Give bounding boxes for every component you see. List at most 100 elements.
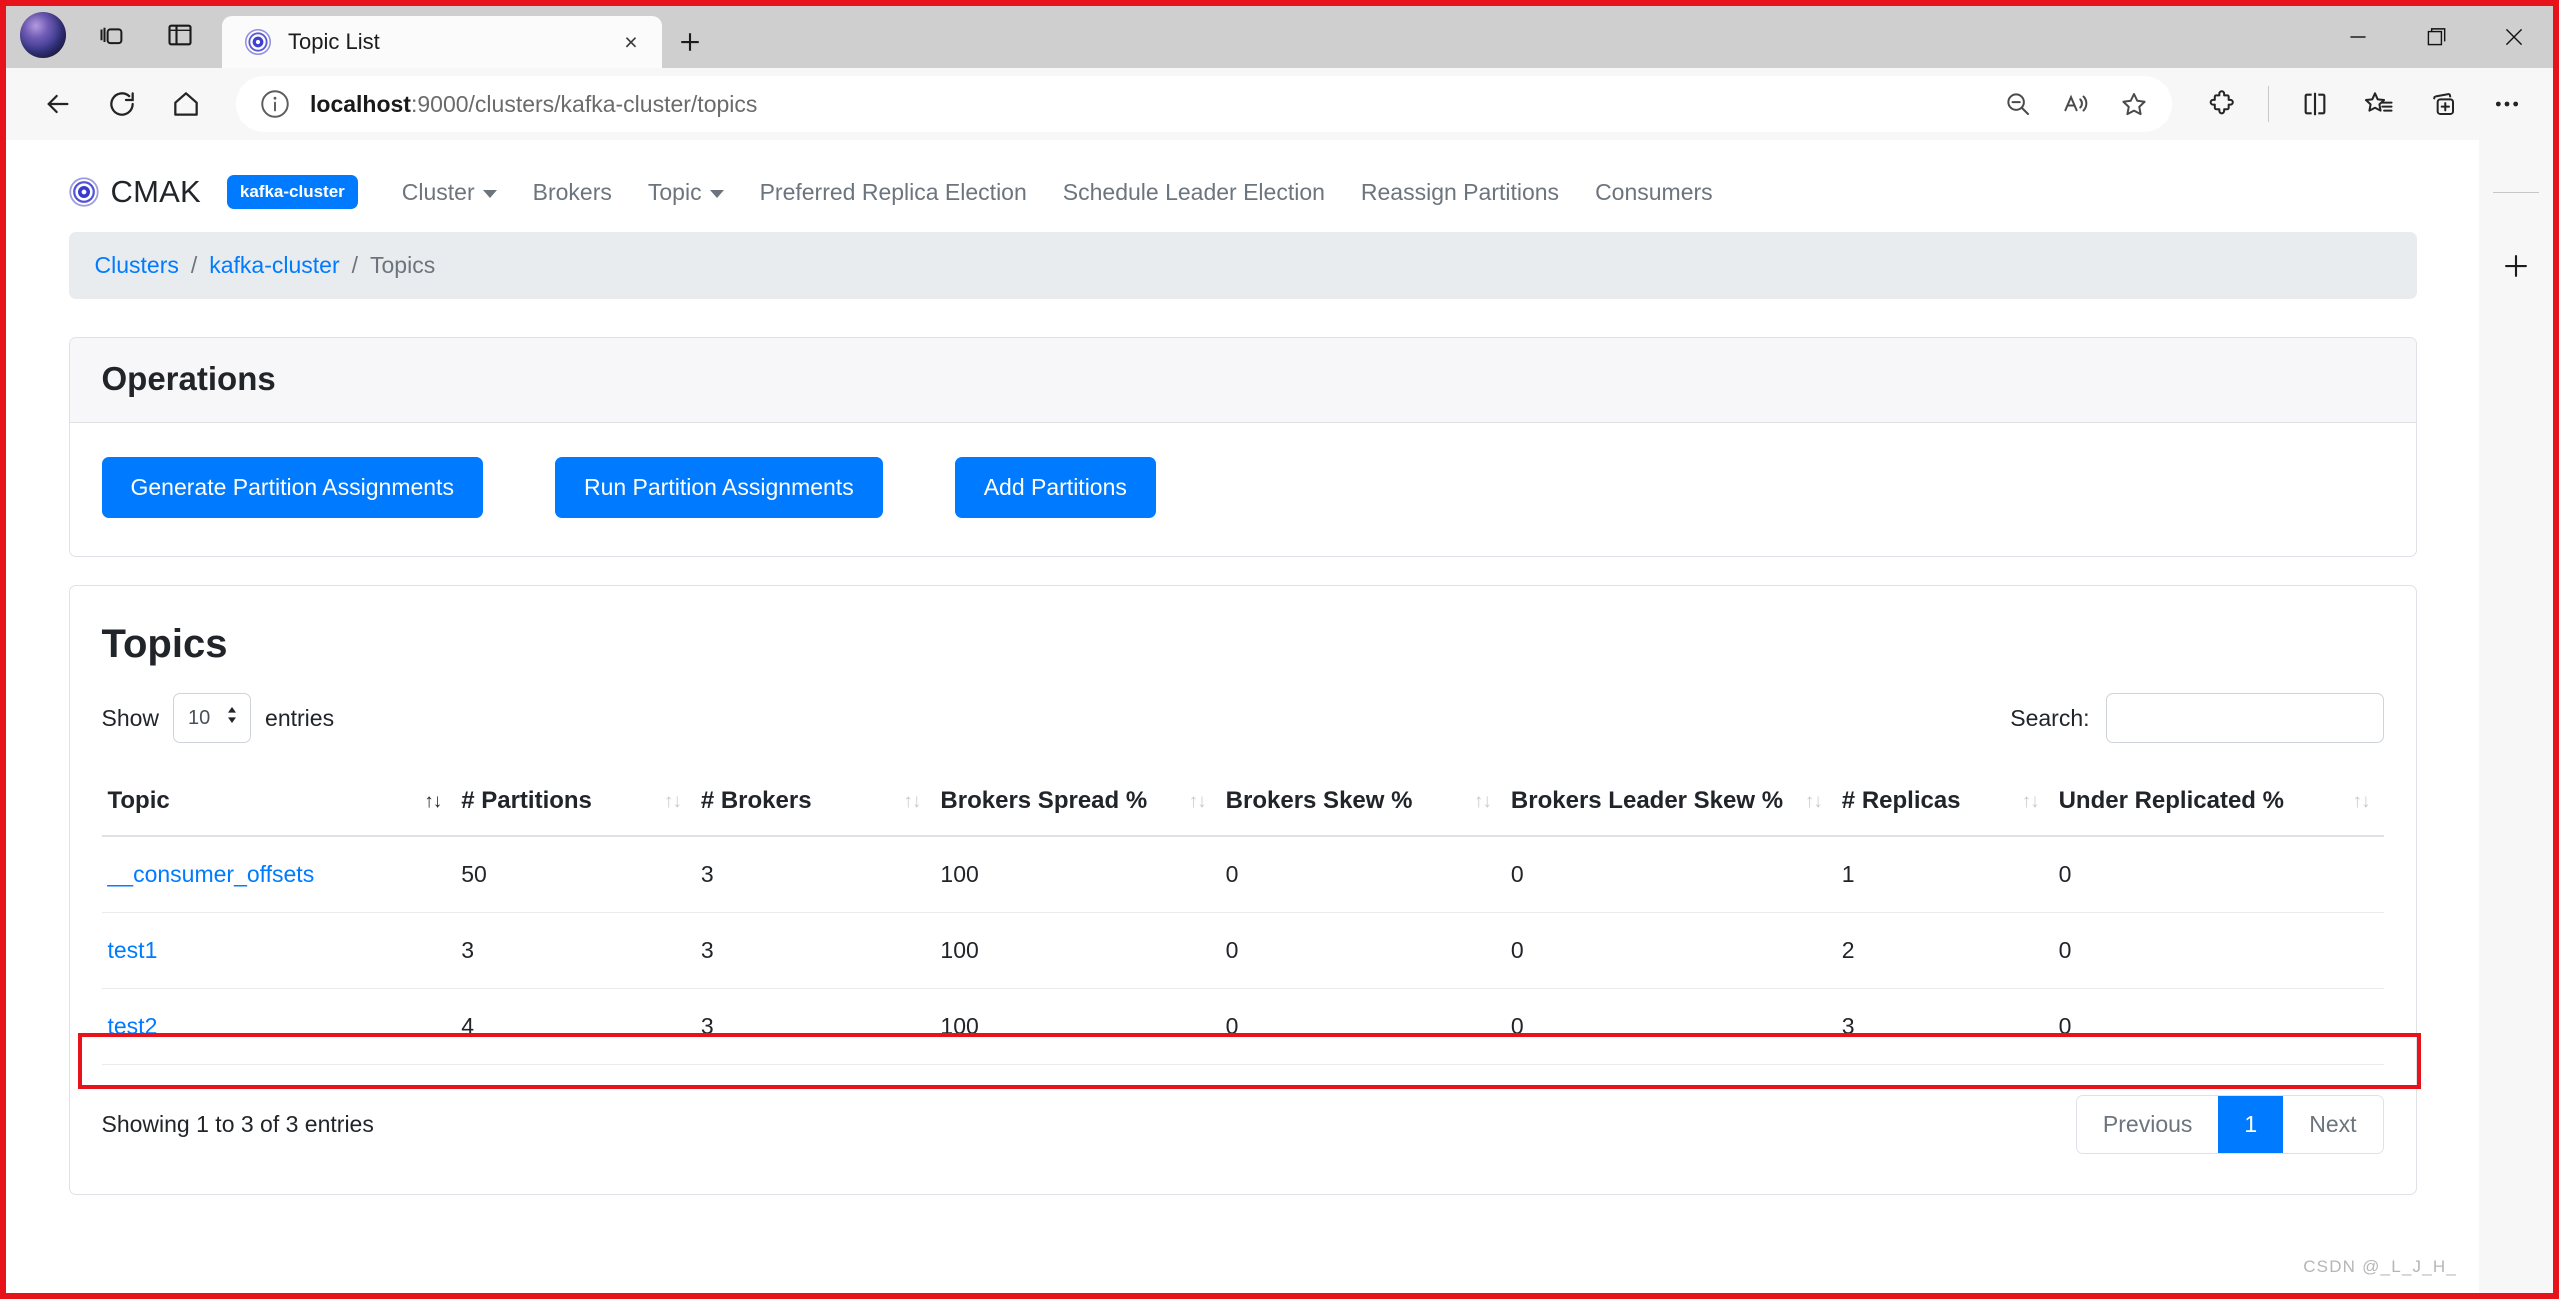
pagination-next[interactable]: Next [2283, 1096, 2383, 1153]
cmak-app: CMAK kafka-cluster Cluster Brokers Topic… [43, 140, 2443, 1195]
topic-link[interactable]: test2 [108, 1013, 158, 1039]
nav-item-schedule-leader-election[interactable]: Schedule Leader Election [1045, 179, 1343, 206]
nav-item-cluster-label: Cluster [401, 178, 475, 205]
minimize-button[interactable] [2319, 6, 2397, 68]
topics-table: Topic ↑↓ # Partitions ↑↓ # Brokers ↑↓ Br… [101, 769, 2384, 1065]
column-header-brokers-label: # Brokers [700, 787, 812, 814]
cell-replicas: 3 [1835, 988, 2053, 1065]
pagination-previous[interactable]: Previous [2076, 1096, 2219, 1153]
topic-link[interactable]: test1 [108, 937, 158, 963]
split-screen-icon[interactable] [2287, 76, 2343, 132]
split-pane-icon[interactable] [158, 13, 202, 57]
breadcrumb-item-topics: Topics [370, 252, 436, 278]
column-header-brokers[interactable]: # Brokers ↑↓ [694, 769, 935, 837]
cell-brokers-spread: 100 [934, 836, 1220, 913]
table-row[interactable]: test2 4 3 100 0 0 3 0 [101, 988, 2384, 1065]
nav-item-topic[interactable]: Topic [630, 179, 742, 206]
sort-arrows-icon: ↑↓ [1188, 791, 1207, 812]
nav-item-brokers[interactable]: Brokers [515, 179, 630, 206]
operations-button-row: Generate Partition Assignments Run Parti… [101, 457, 2384, 518]
zoom-out-icon[interactable] [1992, 78, 2044, 130]
breadcrumb: Clusters / kafka-cluster / Topics [68, 232, 2417, 299]
table-row[interactable]: test1 3 3 100 0 0 2 0 [101, 912, 2384, 989]
cell-brokers-skew: 0 [1219, 912, 1505, 989]
read-aloud-icon[interactable] [2050, 78, 2102, 130]
brand-label: CMAK [110, 174, 201, 209]
page-length-value: 10 [188, 706, 211, 729]
cmak-logo-icon [68, 177, 99, 207]
app-navbar: CMAK kafka-cluster Cluster Brokers Topic… [43, 158, 2443, 224]
browser-window: Topic List × localhost:9000/clusters/kaf… [6, 6, 2553, 1293]
cell-topic: test2 [101, 988, 456, 1065]
nav-item-reassign-partitions[interactable]: Reassign Partitions [1343, 179, 1577, 206]
generate-partition-assignments-button[interactable]: Generate Partition Assignments [101, 457, 483, 518]
refresh-button[interactable] [94, 76, 150, 132]
run-partition-assignments-button[interactable]: Run Partition Assignments [554, 457, 883, 518]
table-info: Showing 1 to 3 of 3 entries [101, 1111, 374, 1137]
add-partitions-button[interactable]: Add Partitions [954, 457, 1156, 518]
extensions-puzzle-icon[interactable] [2194, 76, 2250, 132]
sidebar-add-button[interactable] [2493, 243, 2539, 289]
new-tab-button[interactable] [662, 16, 718, 68]
column-header-brokers-skew[interactable]: Brokers Skew % ↑↓ [1219, 769, 1505, 837]
nav-item-brokers-label: Brokers [532, 178, 612, 205]
column-header-replicas[interactable]: # Replicas ↑↓ [1835, 769, 2053, 837]
column-header-partitions[interactable]: # Partitions ↑↓ [455, 769, 695, 837]
column-header-brokers-leader-skew-label: Brokers Leader Skew % [1510, 787, 1784, 814]
cell-partitions: 4 [455, 988, 695, 1065]
column-header-topic[interactable]: Topic ↑↓ [101, 769, 456, 837]
breadcrumb-item-kafka-cluster[interactable]: kafka-cluster [209, 252, 339, 279]
sort-arrows-icon: ↑↓ [1473, 791, 1492, 812]
sort-arrows-icon: ↑↓ [1804, 791, 1823, 812]
nav-item-preferred-replica-election-label: Preferred Replica Election [759, 178, 1027, 205]
browser-tab[interactable]: Topic List × [222, 16, 662, 68]
profile-avatar[interactable] [20, 12, 66, 58]
tab-actions-icon[interactable] [90, 13, 134, 57]
entries-label: entries [265, 704, 335, 731]
cell-under-replicated: 0 [2052, 836, 2384, 913]
operations-title: Operations [101, 360, 276, 397]
maximize-restore-button[interactable] [2397, 6, 2475, 68]
close-window-button[interactable] [2475, 6, 2553, 68]
favorite-star-icon[interactable] [2108, 78, 2160, 130]
nav-item-preferred-replica-election[interactable]: Preferred Replica Election [742, 179, 1045, 206]
back-button[interactable] [30, 76, 86, 132]
breadcrumb-item-clusters[interactable]: Clusters [95, 252, 179, 279]
column-header-brokers-leader-skew[interactable]: Brokers Leader Skew % ↑↓ [1504, 769, 1836, 837]
home-button[interactable] [158, 76, 214, 132]
address-bar[interactable]: localhost:9000/clusters/kafka-cluster/to… [236, 76, 2172, 132]
cell-brokers-skew: 0 [1219, 836, 1505, 913]
search-input[interactable] [2105, 693, 2384, 743]
cell-partitions: 3 [455, 912, 695, 989]
column-header-topic-label: Topic [107, 787, 170, 814]
operations-card: Operations Generate Partition Assignment… [68, 337, 2417, 557]
collections-icon[interactable] [2351, 76, 2407, 132]
cell-replicas: 1 [1835, 836, 2053, 913]
search-filter: Search: [2010, 693, 2384, 743]
page-length-control: Show 10 entries [101, 693, 335, 743]
close-icon[interactable]: × [616, 27, 646, 57]
tab-title: Topic List [288, 29, 380, 54]
cell-partitions: 50 [455, 836, 695, 913]
page-length-select[interactable]: 10 [173, 693, 252, 743]
show-label: Show [101, 704, 160, 731]
pagination-page-1[interactable]: 1 [2218, 1096, 2284, 1153]
topic-link[interactable]: __consumer_offsets [108, 861, 315, 887]
topics-table-header-row: Topic ↑↓ # Partitions ↑↓ # Brokers ↑↓ Br… [101, 769, 2384, 837]
nav-item-consumers[interactable]: Consumers [1577, 179, 1731, 206]
site-info-icon[interactable] [258, 87, 292, 121]
table-row[interactable]: __consumer_offsets 50 3 100 0 0 1 0 [101, 836, 2384, 913]
rail-divider [2493, 192, 2539, 193]
cell-brokers-spread: 100 [934, 988, 1220, 1065]
nav-item-cluster[interactable]: Cluster [384, 179, 515, 206]
column-header-brokers-spread-label: Brokers Spread % [940, 787, 1148, 814]
cell-brokers: 3 [694, 836, 935, 913]
column-header-under-replicated-label: Under Replicated % [2058, 787, 2284, 814]
settings-ellipsis-icon[interactable] [2479, 76, 2535, 132]
add-tab-group-icon[interactable] [2415, 76, 2471, 132]
cluster-badge[interactable]: kafka-cluster [226, 175, 358, 209]
column-header-under-replicated[interactable]: Under Replicated % ↑↓ [2052, 769, 2384, 837]
brand[interactable]: CMAK [68, 174, 201, 210]
cell-brokers-leader-skew: 0 [1504, 836, 1836, 913]
column-header-brokers-spread[interactable]: Brokers Spread % ↑↓ [934, 769, 1220, 837]
